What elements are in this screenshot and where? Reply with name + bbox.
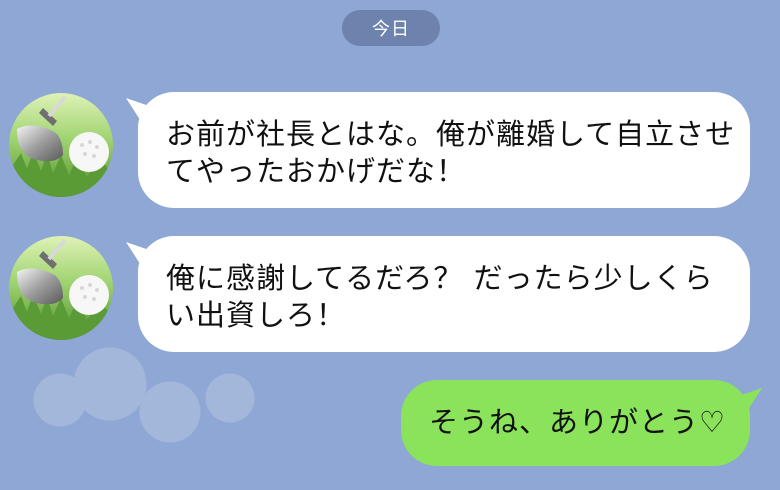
message-line: 俺に感謝してるだろ？ だったら少しくら — [166, 261, 714, 295]
message-line: お前が社長とはな。俺が離婚して自立させ — [166, 117, 736, 151]
incoming-message-bubble[interactable]: 俺に感謝してるだろ？ だったら少しくら い出資しろ！ — [138, 236, 750, 352]
chat-screen: 今日 お前が社長とはな。俺が離婚して自立させ てやったおかげだな！ 俺に感謝して… — [0, 0, 780, 490]
incoming-message-bubble[interactable]: お前が社長とはな。俺が離婚して自立させ てやったおかげだな！ — [138, 92, 750, 208]
outgoing-message-bubble[interactable]: そうね、ありがとう♡ — [401, 380, 750, 466]
golf-avatar-image — [9, 236, 113, 340]
message-line: てやったおかげだな！ — [166, 154, 467, 188]
golf-avatar-icon[interactable] — [9, 236, 113, 340]
message-line: そうね、ありがとう♡ — [429, 405, 726, 439]
message-line: い出資しろ！ — [166, 298, 347, 332]
golf-avatar-icon[interactable] — [9, 93, 113, 197]
date-separator: 今日 — [342, 10, 440, 46]
golf-avatar-image — [9, 93, 113, 197]
